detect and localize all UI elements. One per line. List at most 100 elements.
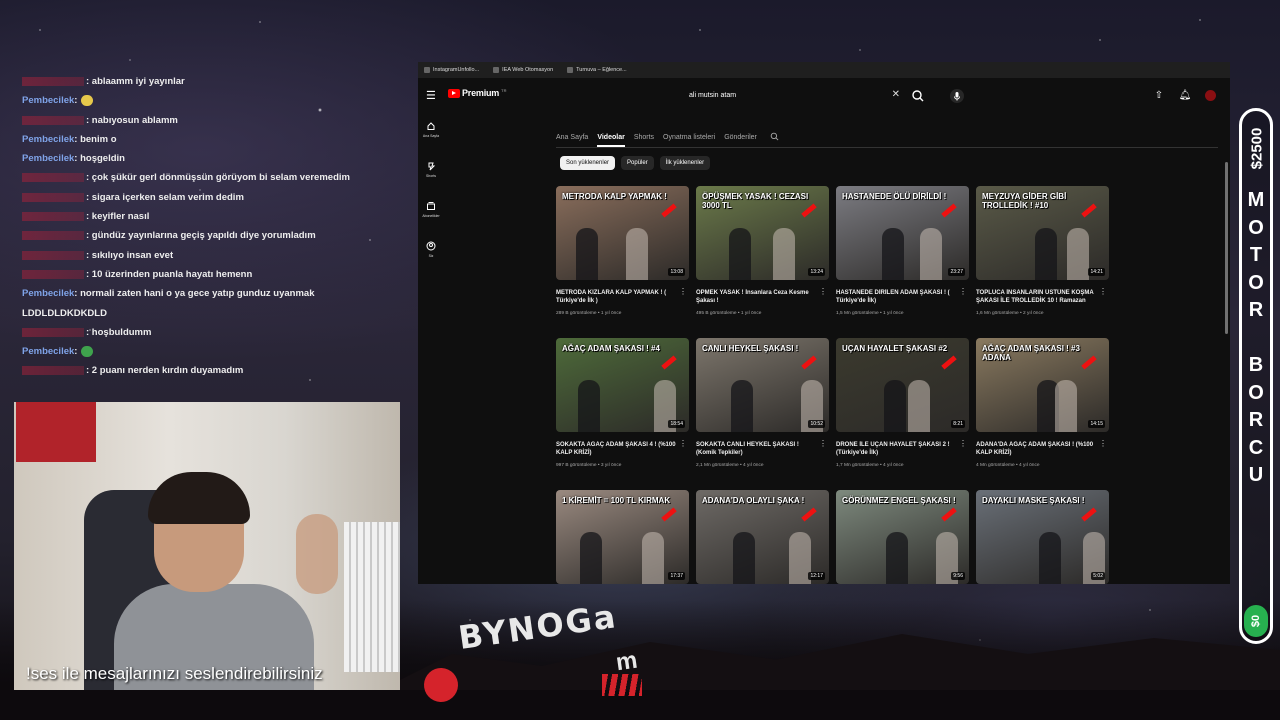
chip-filter[interactable]: İlk yüklenenler (659, 156, 711, 170)
video-card[interactable]: HASTANEDE ÖLÜ DİRİLDİ ! 23:27 HASTANEDE Dİ… (836, 186, 969, 329)
account-avatar[interactable] (1205, 89, 1216, 101)
chat-message: Pembecilek: (22, 91, 402, 110)
video-thumbnail[interactable]: AĞAÇ ADAM ŞAKASI ! #4 18:54 (556, 338, 689, 432)
video-card[interactable]: CANLI HEYKEL ŞAKASI ! 10:52 SOKAKTA CANLI … (696, 338, 829, 481)
video-card[interactable]: GÖRÜNMEZ ENGEL ŞAKASI ! 9:56 (836, 490, 969, 584)
chat-message: : 10 üzerinden puanla hayatı hemenn (22, 265, 402, 284)
video-card[interactable]: ÖPÜŞMEK YASAK ! CEZASI 3000 TL 13:24 ÖPMEK… (696, 186, 829, 329)
more-options-icon[interactable]: ⋮ (1099, 287, 1107, 296)
chat-text: : çok şükür gerl dönmüşsün görüyom bi se… (86, 172, 350, 184)
chat-message: : keyifler nasıl (22, 207, 402, 226)
goal-letter: C (1248, 436, 1264, 459)
video-thumbnail[interactable]: AĞAÇ ADAM ŞAKASI ! #3 ADANA 14:15 (976, 338, 1109, 432)
sidebar-item-label: Shorts (425, 174, 437, 178)
video-title[interactable]: HASTANEDE DİRİLEN ADAM ŞAKASI ! ( Türkiy… (836, 289, 969, 305)
more-options-icon[interactable]: ⋮ (679, 439, 687, 448)
scrollbar[interactable] (1225, 162, 1228, 334)
more-options-icon[interactable]: ⋮ (1099, 439, 1107, 448)
thumbnail-caption: 1 KİREMİT = 100 TL KIRMAK (562, 496, 671, 505)
video-duration: 5:02 (1091, 572, 1105, 580)
donation-goal: $2500 MOTOR BORCU $0 (1239, 108, 1273, 644)
thumbnail-caption: HASTANEDE ÖLÜ DİRİLDİ ! (842, 192, 947, 201)
video-title[interactable]: SOKAKTA AĞAÇ ADAM ŞAKASI 4 ! (%100 KALP … (556, 441, 689, 457)
sidebar-item-shorts[interactable]: Shorts (418, 152, 444, 192)
more-options-icon[interactable]: ⋮ (819, 439, 827, 448)
video-card[interactable]: UÇAN HAYALET ŞAKASI #2 8:21 DRONE İLE UÇAN… (836, 338, 969, 481)
video-thumbnail[interactable]: DAYAKLI MASKE ŞAKASI ! 5:02 (976, 490, 1109, 584)
video-meta: 2,1 Mn görüntüleme • 4 yıl önce (696, 463, 764, 468)
video-title[interactable]: ÖPMEK YASAK ! İnsanlara Ceza Kesme Şakas… (696, 289, 829, 305)
upload-icon[interactable]: ⇧ (1153, 89, 1165, 101)
bookmarks-bar: InstagramUnfollo... IEA Web Otomasyon Turn… (418, 62, 1230, 78)
thumbnail-person (626, 228, 648, 280)
search-icon[interactable] (910, 88, 926, 104)
video-title[interactable]: SOKAKTA CANLI HEYKEL ŞAKASI ! (Komik Tep… (696, 441, 829, 457)
video-thumbnail[interactable]: 1 KİREMİT = 100 TL KIRMAK 17:37 (556, 490, 689, 584)
hamburger-menu-icon[interactable]: ☰ (426, 89, 436, 102)
video-thumbnail[interactable]: METRODA KALP YAPMAK ! 13:08 (556, 186, 689, 280)
bookmark-item[interactable]: IEA Web Otomasyon (493, 67, 553, 73)
thumbnail-caption: CANLI HEYKEL ŞAKASI ! (702, 344, 799, 353)
video-card[interactable]: 1 KİREMİT = 100 TL KIRMAK 17:37 (556, 490, 689, 584)
chat-username: Pembecilek (22, 133, 75, 145)
logo-text: Premium (462, 88, 500, 98)
video-thumbnail[interactable]: UÇAN HAYALET ŞAKASI #2 8:21 (836, 338, 969, 432)
sidebar-item-ana-sayfa[interactable]: Ana Sayfa (418, 112, 444, 152)
search-input[interactable]: ali mutsin atam ✕ (683, 86, 928, 105)
youtube-premium-logo[interactable]: Premium TR (448, 88, 506, 98)
video-card[interactable]: AĞAÇ ADAM ŞAKASI ! #3 ADANA 14:15 ADANA'DA… (976, 338, 1109, 481)
sidebar-item-abonelikler[interactable]: Abonelikler (418, 192, 444, 232)
goal-label: MOTOR BORCU (1242, 187, 1270, 490)
notifications-icon[interactable]: 🔔︎ (1179, 89, 1192, 101)
video-meta: 1,7 Mn görüntüleme • 4 yıl önce (836, 463, 904, 468)
chat-text: : gündüz yayınlarına geçiş yapıldı diye … (86, 230, 316, 242)
thumbnail-caption: AĞAÇ ADAM ŞAKASI ! #4 (562, 344, 660, 353)
video-meta: 1,6 Mn görüntüleme • 2 yıl önce (976, 311, 1044, 316)
tab-ana-sayfa[interactable]: Ana Sayfa (556, 134, 588, 141)
chat-text: : (74, 95, 78, 107)
more-options-icon[interactable]: ⋮ (679, 287, 687, 296)
video-title[interactable]: DRONE İLE UÇAN HAYALET ŞAKASI 2 ! (Türki… (836, 441, 969, 457)
video-title[interactable]: TOPLUCA İNSANLARIN ÜSTÜNE KOŞMA ŞAKASI İ… (976, 289, 1109, 305)
tab-videolar[interactable]: Videolar (597, 134, 625, 147)
more-options-icon[interactable]: ⋮ (959, 287, 967, 296)
webcam-feed (14, 402, 400, 690)
tab-shorts[interactable]: Shorts (634, 134, 654, 141)
video-card[interactable]: ADANA'DA OLAYLI ŞAKA ! 12:17 (696, 490, 829, 584)
video-card[interactable]: MEYZUYA GİDER GİBİ TROLLEDİK ! #10 14:21 T… (976, 186, 1109, 329)
thumbnail-caption: MEYZUYA GİDER GİBİ TROLLEDİK ! #10 (982, 192, 1067, 210)
tab-gönderiler[interactable]: Gönderiler (724, 134, 757, 141)
video-duration: 14:21 (1088, 268, 1105, 276)
video-thumbnail[interactable]: HASTANEDE ÖLÜ DİRİLDİ ! 23:27 (836, 186, 969, 280)
wall-poster (16, 402, 96, 462)
sidebar-item-label: Siz (428, 254, 434, 258)
video-card[interactable]: DAYAKLI MASKE ŞAKASI ! 5:02 (976, 490, 1109, 584)
microphone-icon[interactable] (950, 89, 964, 103)
clear-search-icon[interactable]: ✕ (892, 89, 900, 100)
chat-username-redacted (22, 76, 84, 86)
thumbnail-person (576, 228, 598, 280)
bookmark-item[interactable]: InstagramUnfollo... (424, 67, 479, 73)
video-thumbnail[interactable]: CANLI HEYKEL ŞAKASI ! 10:52 (696, 338, 829, 432)
bookmark-item[interactable]: Turnuva – Eğlence... (567, 67, 627, 73)
chip-filter[interactable]: Popüler (621, 156, 654, 170)
tab-oynatma-listeleri[interactable]: Oynatma listeleri (663, 134, 715, 141)
channel-search-icon[interactable] (770, 132, 779, 143)
more-options-icon[interactable]: ⋮ (959, 439, 967, 448)
bookmark-favicon-icon (424, 67, 430, 73)
video-thumbnail[interactable]: MEYZUYA GİDER GİBİ TROLLEDİK ! #10 14:21 (976, 186, 1109, 280)
chip-filter[interactable]: Son yüklenenler (560, 156, 616, 170)
video-title[interactable]: METRODA KIZLARA KALP YAPMAK ! ( Türkiye'… (556, 289, 689, 305)
video-card[interactable]: METRODA KALP YAPMAK ! 13:08 METRODA KIZLAR… (556, 186, 689, 329)
chat-text: : sigara içerken selam verim dedim (86, 191, 244, 203)
video-card[interactable]: AĞAÇ ADAM ŞAKASI ! #4 18:54 SOKAKTA AĞAÇ A… (556, 338, 689, 481)
more-options-icon[interactable]: ⋮ (819, 287, 827, 296)
video-thumbnail[interactable]: GÖRÜNMEZ ENGEL ŞAKASI ! 9:56 (836, 490, 969, 584)
thumbnail-person (886, 532, 908, 584)
video-thumbnail[interactable]: ÖPÜŞMEK YASAK ! CEZASI 3000 TL 13:24 (696, 186, 829, 280)
video-title[interactable]: ADANA'DA AĞAÇ ADAM ŞAKASI ! (%100 KALP K… (976, 441, 1109, 457)
video-duration: 18:54 (668, 420, 685, 428)
video-thumbnail[interactable]: ADANA'DA OLAYLI ŞAKA ! 12:17 (696, 490, 829, 584)
chat-text: : nabıyosun ablamm (86, 114, 178, 126)
sidebar-item-siz[interactable]: Siz (418, 232, 444, 272)
